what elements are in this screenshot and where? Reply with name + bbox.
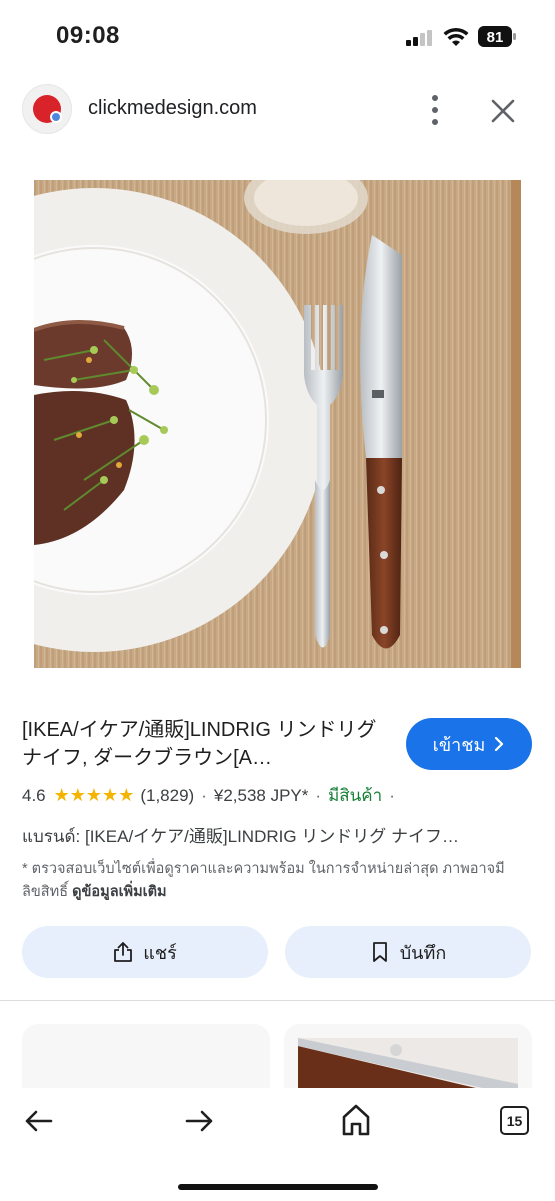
site-header: clickmedesign.com xyxy=(0,84,555,136)
wifi-icon xyxy=(443,27,469,46)
section-divider xyxy=(0,1000,555,1001)
more-options-icon[interactable] xyxy=(420,92,450,128)
cellular-signal-icon xyxy=(406,30,432,46)
meta-separator: · xyxy=(389,785,395,805)
visit-label: เข้าชม xyxy=(432,734,486,755)
meta-separator: · xyxy=(201,785,207,805)
product-image[interactable] xyxy=(34,180,521,668)
share-button[interactable]: แชร์ xyxy=(22,926,268,978)
chevron-right-icon xyxy=(495,737,504,751)
site-domain: clickmedesign.com xyxy=(88,97,257,119)
product-photo xyxy=(34,180,521,668)
battery-icon: 81 xyxy=(478,26,516,47)
share-icon xyxy=(114,942,133,962)
home-indicator xyxy=(178,1184,378,1190)
disclaimer: * ตรวจสอบเว็บไซต์เพื่อดูราคาและความพร้อม… xyxy=(22,858,522,904)
bottom-toolbar: 15 xyxy=(0,1088,555,1201)
visit-button[interactable]: เข้าชม xyxy=(406,718,532,770)
price: ¥2,538 JPY* xyxy=(213,785,309,805)
battery-level: 81 xyxy=(487,29,504,46)
tab-count: 15 xyxy=(506,1112,523,1129)
rating-stars: ★★★★★ xyxy=(53,785,135,805)
status-bar: 09:08 81 xyxy=(0,0,555,74)
learn-more-link[interactable]: ดูข้อมูลเพิ่มเติม xyxy=(72,884,166,900)
forward-arrow-icon[interactable] xyxy=(184,1108,214,1134)
close-icon[interactable] xyxy=(486,94,520,128)
home-icon[interactable] xyxy=(341,1104,371,1136)
save-label: บันทึก xyxy=(399,942,447,963)
product-meta: 4.6 ★★★★★ (1,829) · ¥2,538 JPY* · มีสินค… xyxy=(22,782,542,809)
stock-status: มีสินค้า xyxy=(328,786,383,805)
bookmark-icon xyxy=(372,942,387,962)
site-favicon xyxy=(22,84,72,134)
share-label: แชร์ xyxy=(143,942,177,963)
review-count: (1,829) xyxy=(140,785,195,805)
rating-value: 4.6 xyxy=(22,785,46,805)
tab-switcher-button[interactable]: 15 xyxy=(500,1106,529,1135)
back-arrow-icon[interactable] xyxy=(24,1108,54,1134)
meta-separator: · xyxy=(315,785,322,805)
product-title[interactable]: [IKEA/イケア/通販]LINDRIG リンドリグ ナイフ, ダークブラウン[… xyxy=(22,716,394,772)
save-button[interactable]: บันทึก xyxy=(285,926,531,978)
status-time: 09:08 xyxy=(56,22,120,49)
brand-line: แบรนด์: [IKEA/イケア/通販]LINDRIG リンドリグ ナイフ… xyxy=(22,827,460,846)
